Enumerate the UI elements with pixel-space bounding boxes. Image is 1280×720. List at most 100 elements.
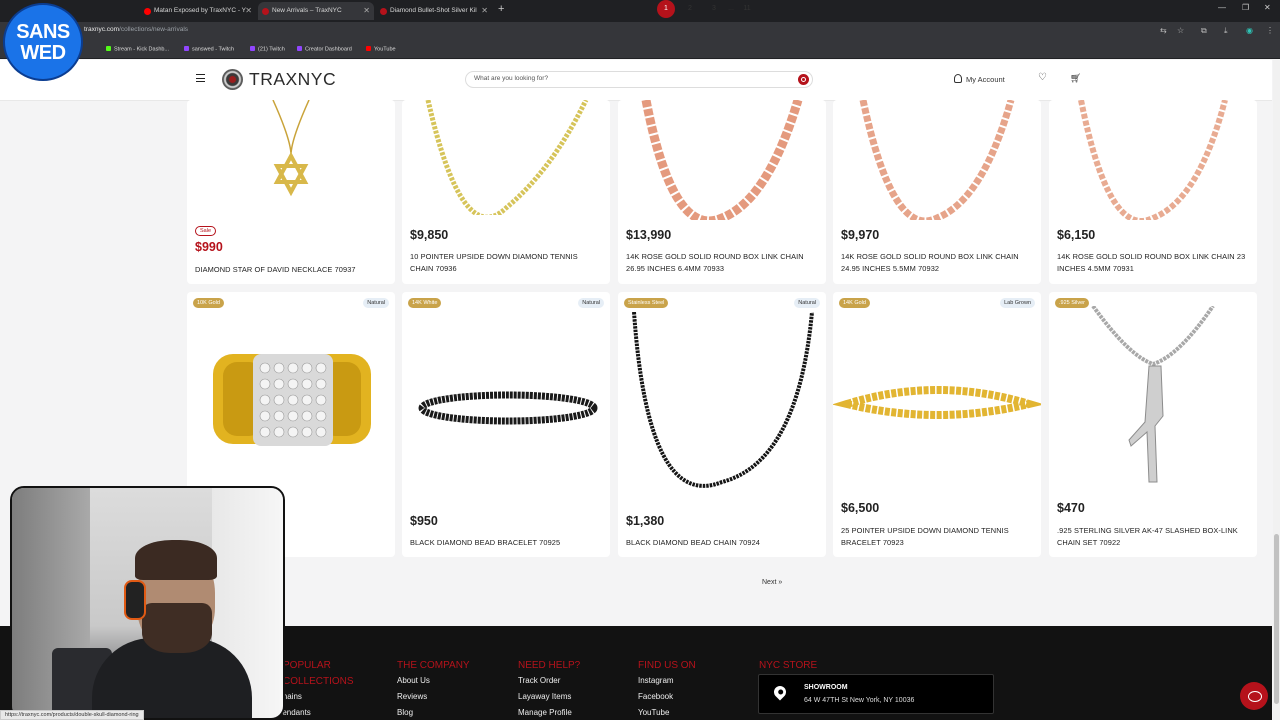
metal-badge: 10K Gold (193, 298, 224, 308)
twitch-icon (184, 46, 189, 51)
my-account-link[interactable]: My Account (954, 74, 1005, 84)
footer-link[interactable]: Blog (397, 708, 413, 717)
product-image[interactable] (833, 100, 1041, 220)
product-image[interactable] (1049, 100, 1257, 220)
next-page-link[interactable]: Next » (762, 574, 782, 592)
product-image[interactable] (402, 382, 610, 432)
bookmark-star-icon[interactable]: ☆ (1177, 26, 1184, 35)
product-title[interactable]: 10 POINTER UPSIDE DOWN DIAMOND TENNIS CH… (410, 251, 602, 275)
search-icon[interactable] (798, 74, 809, 85)
product-card[interactable]: Stainless Steel Natural $1,380 BLACK DIA… (618, 292, 826, 557)
bookmark-item[interactable]: (21) Twitch (250, 46, 285, 53)
product-image[interactable] (618, 312, 826, 488)
site-logo[interactable]: TRAXNYC (249, 69, 336, 90)
footer-link[interactable]: Manage Profile (518, 708, 572, 717)
footer-link[interactable]: Reviews (397, 692, 427, 701)
search-bar[interactable] (465, 71, 813, 88)
webcam-person-hair (135, 540, 217, 580)
bookmark-item[interactable]: Creator Dashboard (297, 46, 352, 53)
traxnyc-favicon-icon (262, 8, 269, 15)
close-tab-icon[interactable]: ✕ (481, 2, 488, 20)
product-image[interactable] (187, 332, 395, 472)
new-tab-icon[interactable]: + (498, 3, 504, 15)
product-card[interactable]: 14K White Natural $950 BLACK DIAMOND BEA… (402, 292, 610, 557)
close-tab-icon[interactable]: ✕ (245, 2, 252, 20)
footer-link[interactable]: Layaway Items (518, 692, 571, 701)
wishlist-heart-icon[interactable]: ♡ (1038, 72, 1047, 83)
hamburger-menu-icon[interactable] (196, 74, 205, 82)
footer-link[interactable]: Track Order (518, 676, 560, 685)
status-bar-url: https://traxnyc.com/products/double-skul… (0, 710, 144, 720)
footer-heading-find: FIND US ON (638, 660, 696, 671)
bookmark-label: Stream - Kick Dashb... (114, 46, 170, 53)
product-card[interactable]: $9,850 10 POINTER UPSIDE DOWN DIAMOND TE… (402, 100, 610, 284)
product-image[interactable] (618, 100, 826, 220)
product-title[interactable]: 14K ROSE GOLD SOLID ROUND BOX LINK CHAIN… (1057, 251, 1249, 275)
channel-logo-line1: SANS (16, 21, 70, 43)
product-title[interactable]: 14K ROSE GOLD SOLID ROUND BOX LINK CHAIN… (841, 251, 1033, 275)
showroom-card[interactable]: SHOWROOM 64 W 47TH St New York, NY 10036 (758, 674, 994, 714)
download-icon[interactable]: ⤓ (1224, 26, 1228, 36)
page-button[interactable]: 11 (738, 0, 756, 18)
minimize-icon[interactable]: — (1218, 3, 1226, 12)
product-image[interactable] (402, 100, 610, 215)
profile-icon[interactable]: ◉ (1246, 26, 1253, 35)
bookmark-label: (21) Twitch (258, 46, 285, 53)
page-scrollbar[interactable] (1273, 60, 1280, 720)
scrollbar-thumb[interactable] (1274, 534, 1279, 704)
close-window-icon[interactable]: ✕ (1264, 3, 1271, 12)
product-image[interactable] (1049, 306, 1257, 486)
footer-link[interactable]: YouTube (638, 708, 669, 717)
search-input[interactable] (474, 75, 774, 82)
tab-label: Matan Exposed by TraxNYC - Y (154, 7, 247, 14)
page-button-current[interactable]: 1 (657, 0, 675, 18)
bookmark-item[interactable]: sanswed - Twitch (184, 46, 234, 53)
product-card[interactable]: Sale $990 DIAMOND STAR OF DAVID NECKLACE… (187, 100, 395, 284)
browser-tab[interactable]: Diamond Bullet-Shot Silver Kil ✕ (376, 2, 492, 20)
twitch-icon (250, 46, 255, 51)
product-card[interactable]: $13,990 14K ROSE GOLD SOLID ROUND BOX LI… (618, 100, 826, 284)
menu-dots-icon[interactable]: ⋮ (1266, 26, 1274, 35)
product-title[interactable]: 14K ROSE GOLD SOLID ROUND BOX LINK CHAIN… (626, 251, 818, 275)
product-title[interactable]: 25 POINTER UPSIDE DOWN DIAMOND TENNIS BR… (841, 525, 1033, 549)
showroom-address: 64 W 47TH St New York, NY 10036 (804, 697, 915, 704)
footer-link[interactable]: Instagram (638, 676, 674, 685)
product-title[interactable]: BLACK DIAMOND BEAD BRACELET 70925 (410, 537, 602, 549)
browser-tabbar: Matan Exposed by TraxNYC - Y ✕ New Arriv… (0, 0, 1280, 22)
tab-label: New Arrivals – TraxNYC (272, 7, 342, 14)
product-card[interactable]: .925 Silver $470 .925 STERLING SILVER AK… (1049, 292, 1257, 557)
product-title[interactable]: BLACK DIAMOND BEAD CHAIN 70924 (626, 537, 818, 549)
browser-tab[interactable]: Matan Exposed by TraxNYC - Y ✕ (140, 2, 256, 20)
account-label: My Account (966, 75, 1005, 84)
product-image[interactable] (187, 100, 395, 215)
product-title[interactable]: DIAMOND STAR OF DAVID NECKLACE 70937 (195, 264, 387, 276)
maximize-icon[interactable]: ❐ (1242, 3, 1249, 12)
cart-icon[interactable]: 🛒︎ (1070, 73, 1081, 84)
translate-icon[interactable]: ⇆ (1160, 26, 1167, 35)
page-button[interactable]: 2 (681, 0, 699, 18)
diamond-type-badge: Lab Grown (1000, 298, 1035, 308)
close-tab-icon[interactable]: ✕ (363, 2, 370, 20)
product-image[interactable] (833, 382, 1041, 422)
extensions-icon[interactable]: ⧉ (1201, 26, 1207, 36)
bookmark-label: sanswed - Twitch (192, 46, 235, 53)
browser-tab-active[interactable]: New Arrivals – TraxNYC ✕ (258, 2, 374, 20)
metal-badge: 14K White (408, 298, 442, 308)
traxnyc-logo-icon[interactable] (222, 69, 243, 90)
sale-badge: Sale (195, 226, 217, 236)
product-title[interactable]: .925 STERLING SILVER AK-47 SLASHED BOX-L… (1057, 525, 1249, 549)
bookmark-item[interactable]: Stream - Kick Dashb... (106, 46, 169, 53)
product-card[interactable]: $9,970 14K ROSE GOLD SOLID ROUND BOX LIN… (833, 100, 1041, 284)
page-button[interactable]: 3 (705, 0, 723, 18)
url-text[interactable]: traxnyc.com/collections/new-arrivals (84, 26, 188, 33)
address-bar[interactable]: traxnyc.com/collections/new-arrivals ⇆ ☆… (0, 22, 1280, 41)
chat-bubble-icon[interactable] (1240, 682, 1268, 710)
product-price: $1,380 (626, 514, 665, 528)
bookmark-item[interactable]: YouTube (366, 46, 396, 53)
footer-link[interactable]: Facebook (638, 692, 673, 701)
footer-link[interactable]: About Us (397, 676, 430, 685)
traxnyc-favicon-icon (380, 8, 387, 15)
channel-logo-overlay: SANS WED (3, 3, 83, 81)
product-card[interactable]: $6,150 14K ROSE GOLD SOLID ROUND BOX LIN… (1049, 100, 1257, 284)
product-card[interactable]: 14K Gold Lab Grown $6,500 25 POINTER UPS… (833, 292, 1041, 557)
